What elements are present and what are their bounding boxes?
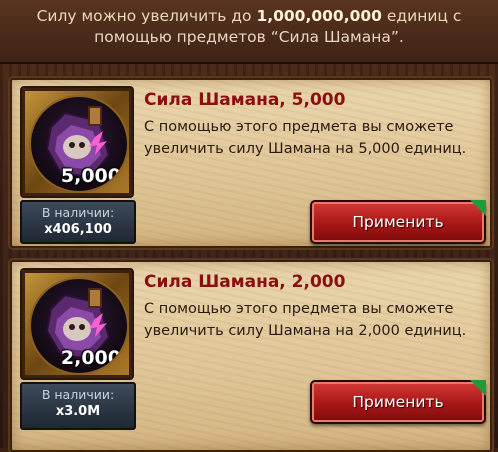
info-text: Силу можно увеличить до 1,000,000,000 ед… [0, 6, 498, 48]
item-description: С помощью этого предмета вы сможете увел… [144, 301, 467, 339]
stock-label: В наличии: [41, 205, 115, 220]
item-description: С помощью этого предмета вы сможете увел… [144, 119, 467, 157]
item-card-shaman-2000: 2,000 В наличии: x3.0M Сила Шамана, 2,00… [10, 260, 492, 452]
info-header: Силу можно увеличить до 1,000,000,000 ед… [0, 0, 498, 64]
corner-badge-icon [470, 380, 486, 396]
stock-box: В наличии: x406,100 [20, 200, 136, 244]
stock-box: В наличии: x3.0M [20, 382, 136, 430]
stock-label: В наличии: [41, 387, 115, 402]
item-icon-frame: 5,000 [20, 86, 134, 198]
icon-quantity: 5,000 [60, 165, 121, 187]
apply-button-label: Применить [352, 213, 444, 231]
stock-value: x3.0M [55, 404, 101, 419]
corner-badge-icon [470, 200, 486, 216]
stock-value: x406,100 [44, 222, 112, 237]
shaman-potion-icon: 2,000 [29, 277, 129, 375]
apply-button[interactable]: Применить [310, 200, 486, 244]
info-line1-suffix: единиц с [386, 7, 462, 25]
item-title: Сила Шамана, 5,000 [144, 90, 346, 110]
shaman-potion-icon: 5,000 [29, 95, 129, 193]
info-line1-prefix: Силу можно увеличить до [36, 7, 252, 25]
item-card-shaman-5000: 5,000 В наличии: x406,100 Сила Шамана, 5… [10, 78, 492, 248]
info-line2: помощью предметов “Сила Шамана”. [94, 28, 404, 46]
apply-button-label: Применить [352, 393, 444, 411]
icon-quantity: 2,000 [60, 347, 121, 369]
item-title: Сила Шамана, 2,000 [144, 272, 346, 292]
item-icon-frame: 2,000 [20, 268, 134, 380]
info-max-amount: 1,000,000,000 [256, 7, 382, 25]
apply-button[interactable]: Применить [310, 380, 486, 424]
